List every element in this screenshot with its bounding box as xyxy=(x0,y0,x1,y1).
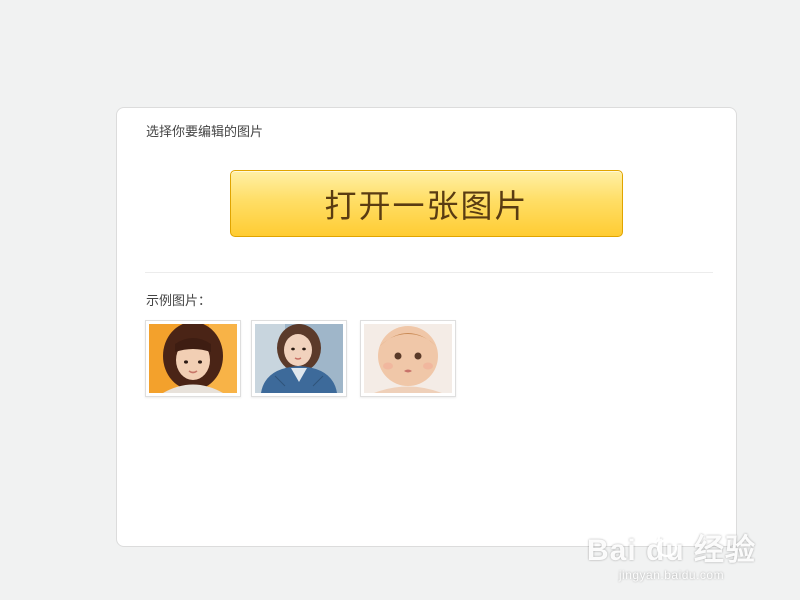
example-thumbnail-1[interactable] xyxy=(145,320,241,397)
example-thumbnail-3[interactable] xyxy=(360,320,456,397)
watermark-url: jingyan.baidu.com xyxy=(618,568,725,582)
example-thumbnail-2[interactable] xyxy=(251,320,347,397)
image-select-panel: 选择你要编辑的图片 打开一张图片 示例图片： xyxy=(116,107,737,547)
baidu-jingyan-watermark: Bai du 经验 jingyan.baidu.com xyxy=(587,524,756,582)
divider xyxy=(145,272,713,273)
examples-label: 示例图片： xyxy=(146,294,212,309)
paw-icon xyxy=(649,524,685,558)
page: 选择你要编辑的图片 打开一张图片 示例图片： Bai du 经验 jingyan… xyxy=(0,0,800,600)
woman-denim-jacket-photo xyxy=(255,324,343,393)
panel-heading: 选择你要编辑的图片 xyxy=(146,125,264,140)
woman-orange-background-photo xyxy=(149,324,237,393)
baby-photo xyxy=(364,324,452,393)
open-image-button[interactable]: 打开一张图片 xyxy=(230,170,623,237)
